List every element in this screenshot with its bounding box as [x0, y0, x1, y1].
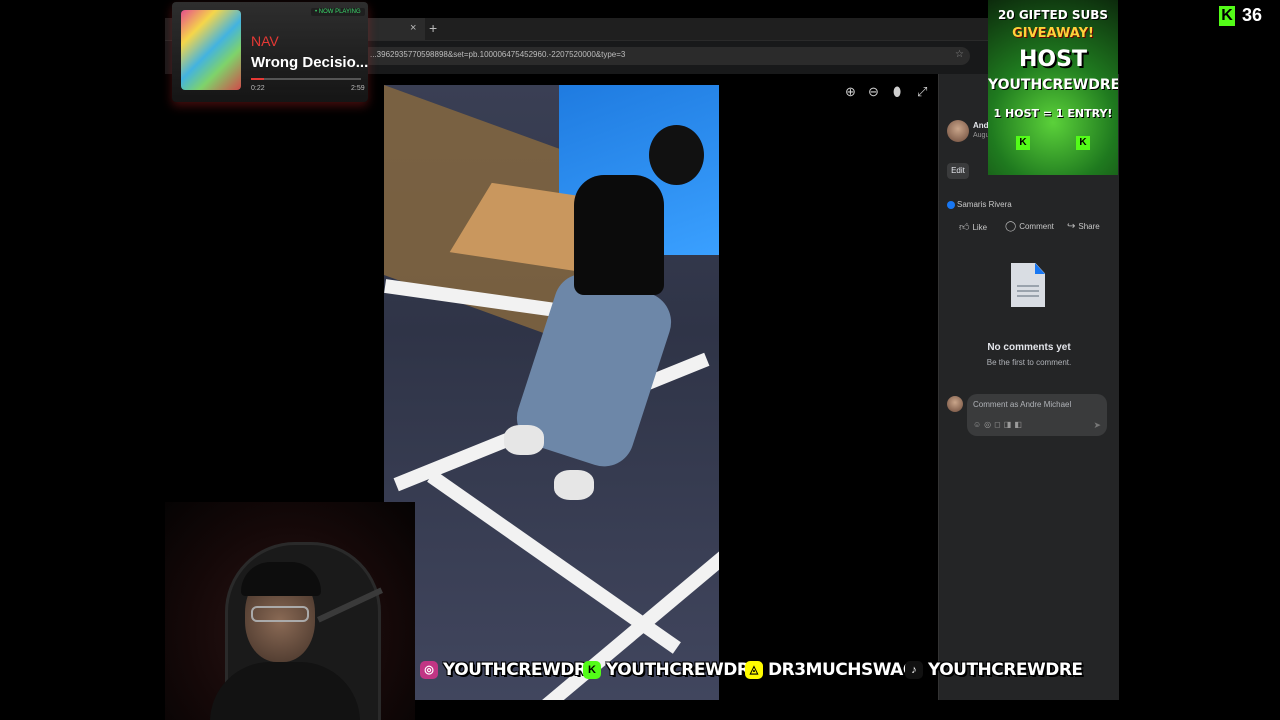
tab-close-icon[interactable]: ×: [410, 22, 416, 34]
social-handle: YOUTHCREWDRE: [928, 660, 1083, 680]
social-kick: K YOUTHCREWDRE: [583, 656, 761, 684]
social-handle: DR3MUCHSWAG: [768, 660, 917, 680]
share-label: Share: [1078, 222, 1100, 231]
edit-button[interactable]: Edit: [947, 163, 969, 179]
viewer-count: 36: [1242, 5, 1263, 25]
kick-logo-icon: K: [583, 661, 601, 679]
like-label: Like: [972, 223, 988, 232]
snapchat-icon: ◬: [745, 661, 763, 679]
socials-bar: ◎ YOUTHCREWDRE K YOUTHCREWDRE ◬ DR3MUCHS…: [420, 656, 1083, 684]
comment-input[interactable]: Comment as Andre Michael ☺◎◻◨◧ ➤: [967, 394, 1107, 436]
track-duration: 2:59: [351, 85, 365, 92]
social-handle: YOUTHCREWDRE: [606, 660, 761, 680]
now-playing-widget: • NOW PLAYING NAV Wrong Decisio... 0:22 …: [172, 2, 368, 102]
new-tab-icon[interactable]: +: [429, 20, 437, 36]
giveaway-line: HOST: [1019, 47, 1087, 72]
tag-dot-icon: [947, 201, 955, 209]
comment-button[interactable]: ◯ Comment: [1005, 221, 1054, 232]
giveaway-banner: 20 GIFTED SUBS GIVEAWAY! HOST YOUTHCREWD…: [988, 0, 1118, 175]
kick-logo-icon: K: [1076, 136, 1090, 150]
giveaway-line: 20 GIFTED SUBS: [997, 8, 1109, 22]
no-comments-title: No comments yet: [987, 342, 1071, 353]
social-instagram: ◎ YOUTHCREWDRE: [420, 656, 598, 684]
comment-icon: ◯: [1005, 221, 1017, 232]
url-text[interactable]: ...3962935770598898&set=pb.1000064754529…: [370, 50, 625, 59]
tag-icon[interactable]: ⬮: [893, 84, 901, 100]
track-progress-fill: [251, 78, 265, 80]
tiktok-icon: ♪: [905, 661, 923, 679]
giveaway-line: 1 HOST = 1 ENTRY!: [993, 107, 1113, 120]
comment-label: Comment: [1019, 222, 1054, 231]
fullscreen-icon[interactable]: ⤢: [917, 84, 927, 100]
no-comments-subtitle: Be the first to comment.: [986, 358, 1072, 367]
track-artist: NAV: [251, 33, 279, 49]
track-title: Wrong Decisio...: [251, 54, 369, 71]
share-button[interactable]: ↪ Share: [1067, 221, 1100, 232]
album-art: [181, 10, 241, 90]
social-handle: YOUTHCREWDRE: [443, 660, 598, 680]
photo-image[interactable]: [384, 85, 719, 700]
instagram-icon: ◎: [420, 661, 438, 679]
send-icon[interactable]: ➤: [1093, 420, 1101, 431]
bookmark-icon[interactable]: ☆: [955, 49, 964, 60]
webcam-feed: [165, 502, 415, 720]
zoom-in-icon[interactable]: ⊕: [845, 84, 856, 100]
track-elapsed: 0:22: [251, 85, 265, 92]
zoom-out-icon[interactable]: ⊖: [868, 84, 879, 100]
now-playing-badge: • NOW PLAYING: [311, 8, 365, 16]
comment-tools-icon[interactable]: ☺◎◻◨◧: [973, 420, 1025, 429]
track-progress: [251, 78, 361, 80]
tagged-person[interactable]: Samaris Rivera: [957, 200, 1012, 209]
like-icon: 👍︎: [959, 222, 970, 233]
comment-placeholder: Comment as Andre Michael: [973, 400, 1072, 409]
giveaway-line: YOUTHCREWDRE: [988, 77, 1118, 93]
kick-logo-icon: K: [1219, 6, 1235, 26]
avatar: [947, 396, 963, 412]
avatar[interactable]: [947, 120, 969, 142]
like-button[interactable]: 👍︎ Like: [959, 221, 987, 233]
social-tiktok: ♪ YOUTHCREWDRE: [905, 656, 1083, 684]
address-bar[interactable]: ...3962935770598898&set=pb.1000064754529…: [360, 47, 970, 65]
social-snapchat: ◬ DR3MUCHSWAG: [745, 656, 917, 684]
giveaway-line: GIVEAWAY!: [1012, 26, 1094, 41]
kick-logo-icon: K: [1016, 136, 1030, 150]
share-icon: ↪: [1067, 221, 1076, 232]
